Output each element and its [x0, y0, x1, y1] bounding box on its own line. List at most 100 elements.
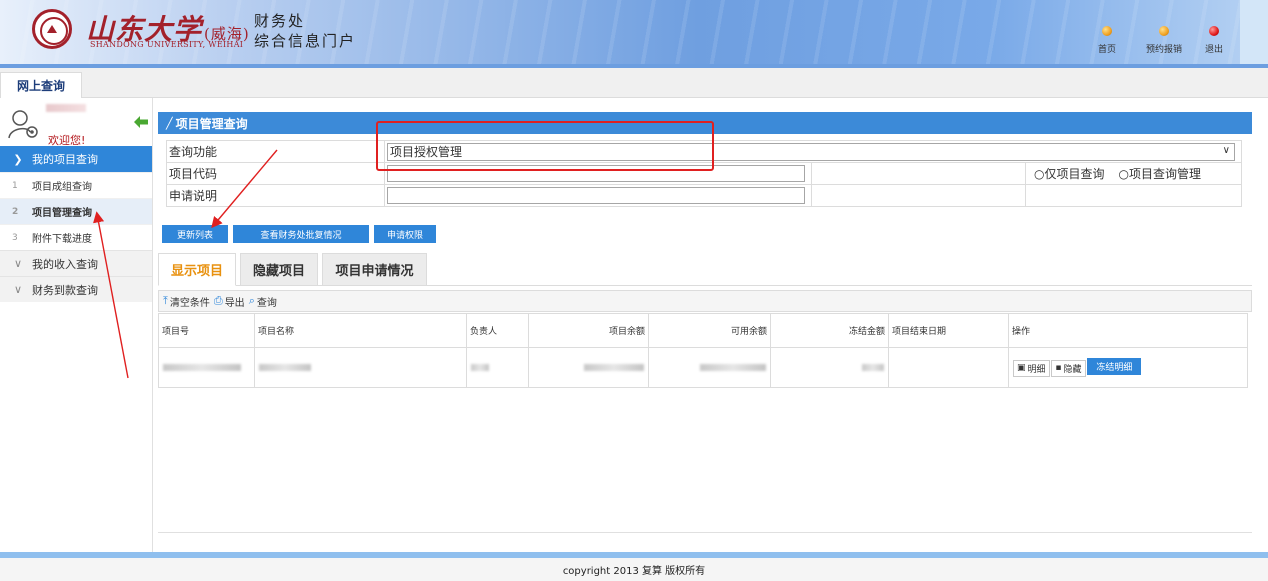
table-row[interactable]: ▣ 明细 ▪ 隐藏 冻结明细 — [158, 347, 1248, 388]
project-tabs: 显示项目 隐藏项目 项目申请情况 — [158, 253, 1252, 286]
chevron-down-icon: ∨ — [1222, 144, 1230, 156]
query-function-label: 查询功能 — [166, 140, 385, 163]
cell-project-name — [254, 347, 467, 388]
col-end-date[interactable]: 项目结束日期 — [888, 313, 1009, 348]
menu-item-label: 附件下载进度 — [32, 234, 92, 245]
frozen-detail-button[interactable]: 冻结明细 — [1087, 358, 1142, 376]
home-dot-icon — [1102, 26, 1112, 36]
empty-cell — [811, 162, 1026, 185]
menu-group-label: 我的项目查询 — [32, 153, 98, 166]
cell-project-balance — [528, 347, 649, 388]
col-available-balance[interactable]: 可用余额 — [648, 313, 771, 348]
menu-item-project-management-query[interactable]: 2 项目管理查询 — [0, 198, 152, 224]
user-settings-icon — [8, 110, 38, 139]
menu-item-label: 项目管理查询 — [32, 208, 92, 219]
menu-item-attachment-progress[interactable]: 3 附件下载进度 — [0, 224, 152, 250]
tab-project-applications[interactable]: 项目申请情况 — [322, 253, 427, 286]
chevron-down-icon: ∨ — [13, 283, 23, 296]
menu-group-my-income[interactable]: ∨ 我的收入查询 — [0, 250, 152, 276]
nav-home-label: 首页 — [1098, 45, 1117, 55]
view-approval-button[interactable]: 查看财务处批复情况 — [233, 225, 369, 243]
copyright-text: copyright 2013 复算 版权所有 — [562, 566, 706, 577]
menu-group-my-projects[interactable]: ❯ 我的项目查询 — [0, 146, 152, 172]
main-panel: ╱ 项目管理查询 查询功能 项目授权管理 ∨ 项目代码 ○仅项目查询 ○项目查询… — [158, 112, 1252, 552]
apply-permission-button[interactable]: 申请权限 — [374, 225, 436, 243]
col-project-balance[interactable]: 项目余额 — [528, 313, 649, 348]
pencil-icon: ╱ — [166, 116, 173, 130]
hide-label: 隐藏 — [1063, 364, 1082, 375]
university-logo — [32, 9, 72, 49]
radio-label: 仅项目查询 — [1044, 167, 1105, 181]
cell-end-date — [888, 347, 1009, 388]
project-table: 项目号 项目名称 负责人 项目余额 可用余额 冻结金额 项目结束日期 操作 ▣ 明… — [158, 313, 1248, 388]
section-title: 项目管理查询 — [175, 116, 248, 131]
lock-icon: ▪ — [1055, 363, 1062, 374]
menu-group-finance-receipts[interactable]: ∨ 财务到款查询 — [0, 276, 152, 302]
nav-logout-label: 退出 — [1205, 45, 1224, 55]
redacted-value — [163, 363, 241, 371]
reimbursement-dot-icon — [1159, 26, 1169, 36]
table-header-row: 项目号 项目名称 负责人 项目余额 可用余额 冻结金额 项目结束日期 操作 — [158, 313, 1248, 348]
tab-show-projects[interactable]: 显示项目 — [158, 253, 236, 286]
cell-project-number — [158, 347, 255, 388]
redacted-value — [584, 363, 644, 371]
header-right-edge — [1240, 0, 1268, 68]
cell-available-balance — [648, 347, 771, 388]
header: 山东大学 (威海) SHANDONG UNIVERSITY, WEIHAI 财务处… — [0, 0, 1268, 68]
menu-group-label: 我的收入查询 — [32, 257, 98, 271]
hide-button[interactable]: ▪ 隐藏 — [1051, 359, 1086, 377]
tab-online-query[interactable]: 网上查询 — [0, 72, 82, 98]
col-project-name[interactable]: 项目名称 — [254, 313, 467, 348]
tab-hidden-projects[interactable]: 隐藏项目 — [240, 253, 318, 286]
portal-title-line2: 综合信息门户 — [254, 32, 357, 50]
logout-dot-icon — [1209, 26, 1219, 36]
radio-cell: ○仅项目查询 ○项目查询管理 — [1025, 162, 1242, 185]
col-owner[interactable]: 负责人 — [466, 313, 529, 348]
query-label: 查询 — [256, 297, 277, 309]
footer: copyright 2013 复算 版权所有 — [0, 558, 1268, 581]
menu-item-project-group-query[interactable]: 1 项目成组查询 — [0, 172, 152, 198]
project-code-label: 项目代码 — [166, 162, 385, 185]
cell-owner — [466, 347, 529, 388]
collapse-sidebar-icon[interactable] — [134, 116, 148, 128]
menu-item-number: 1 — [12, 180, 18, 191]
action-buttons: 更新列表 查看财务处批复情况 申请权限 — [162, 225, 436, 243]
export-label: 导出 — [224, 297, 245, 309]
nav-reimbursement-label: 预约报销 — [1146, 45, 1183, 55]
redacted-value — [471, 363, 489, 371]
redacted-value — [259, 363, 311, 371]
portal-title: 财务处 综合信息门户 — [254, 11, 356, 51]
top-tabstrip: 网上查询 — [0, 68, 1268, 98]
grid-toolbar: ⤒ 清空条件 ⎙ 导出 ⌕ 查询 — [158, 290, 1252, 312]
school-english-name: SHANDONG UNIVERSITY, WEIHAI — [90, 40, 244, 49]
detail-icon: ▣ — [1017, 363, 1026, 374]
user-name-redacted — [46, 104, 86, 112]
detail-button[interactable]: ▣ 明细 — [1013, 359, 1050, 377]
search-icon: ⌕ — [248, 294, 255, 307]
description-input[interactable] — [387, 187, 805, 204]
nav-logout[interactable]: 退出 — [1205, 26, 1223, 55]
welcome-text: 欢迎您! — [48, 134, 86, 147]
radio-project-only[interactable]: ○仅项目查询 — [1034, 165, 1105, 182]
redacted-value — [862, 363, 884, 371]
col-frozen-amount[interactable]: 冻结金额 — [770, 313, 889, 348]
description-label: 申请说明 — [166, 184, 385, 207]
radio-project-manage[interactable]: ○项目查询管理 — [1119, 165, 1202, 182]
nav-home[interactable]: 首页 — [1098, 26, 1116, 55]
refresh-list-button[interactable]: 更新列表 — [162, 225, 228, 243]
cell-operations: ▣ 明细 ▪ 隐藏 冻结明细 — [1008, 347, 1248, 388]
description-cell — [384, 184, 812, 207]
query-mode-radio-group: ○仅项目查询 ○项目查询管理 — [1028, 165, 1239, 182]
query-button[interactable]: ⌕ 查询 — [249, 294, 277, 309]
portal-title-line1: 财务处 — [254, 12, 306, 30]
col-project-number[interactable]: 项目号 — [158, 313, 255, 348]
nav-reimbursement[interactable]: 预约报销 — [1146, 26, 1182, 55]
col-operations: 操作 — [1008, 313, 1248, 348]
printer-icon: ⎙ — [213, 294, 223, 307]
clear-conditions-button[interactable]: ⤒ 清空条件 — [163, 294, 210, 309]
menu-item-number: 2 — [12, 206, 19, 217]
cell-frozen-amount — [770, 347, 889, 388]
menu-item-label: 项目成组查询 — [32, 182, 92, 193]
chevron-right-icon: ❯ — [13, 152, 23, 166]
export-button[interactable]: ⎙ 导出 — [214, 294, 245, 309]
